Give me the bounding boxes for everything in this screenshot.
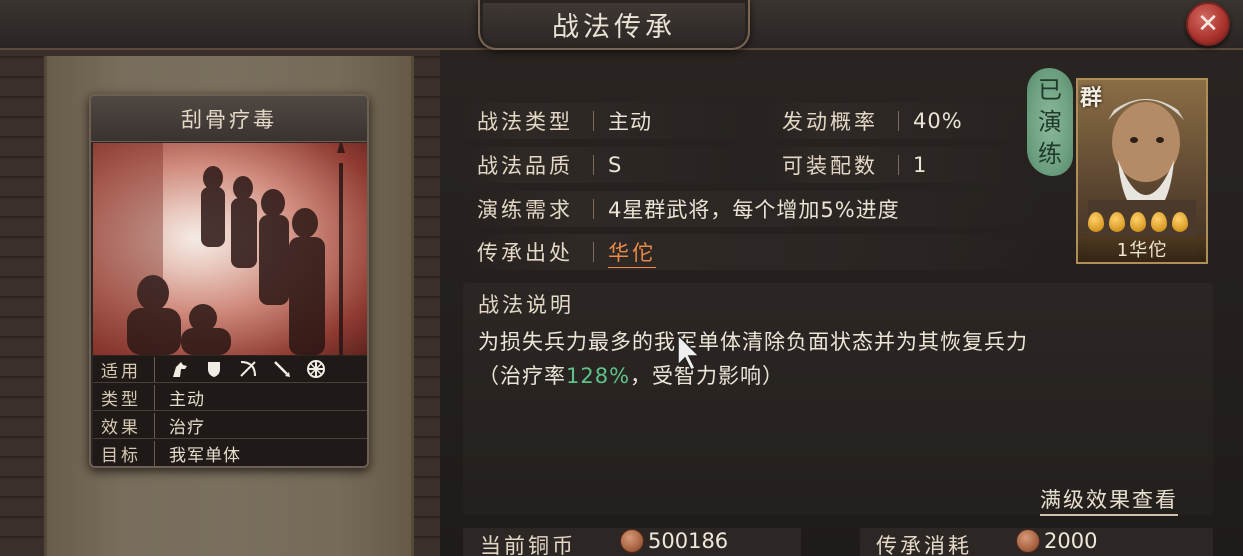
info-value: 主动 — [608, 110, 652, 134]
info-value: 40% — [913, 109, 963, 133]
stat-row-target: 目标 我军单体 — [93, 440, 367, 466]
divider — [593, 242, 594, 262]
description-line-2-start: （治疗率 — [478, 364, 566, 388]
info-row-practice-requirement: 演练需求 4星群武将，每个增加5%进度 — [463, 191, 1043, 227]
heal-rate-value: 128% — [566, 364, 631, 388]
practiced-stamp: 已 演 练 — [1027, 68, 1073, 176]
inherit-cost-value: 2000 — [1016, 526, 1097, 556]
current-coin-label: 当前铜币 — [480, 534, 576, 556]
star-icon — [1172, 212, 1188, 232]
stat-value: 我军单体 — [169, 446, 241, 466]
stamp-char: 演 — [1038, 108, 1062, 136]
soldier-silhouettes-illustration — [93, 143, 345, 355]
info-value: 1 — [913, 153, 928, 177]
window-title: 战法传承 — [552, 11, 676, 43]
info-label: 战法类型 — [477, 110, 573, 134]
unit-type-icons — [155, 358, 327, 380]
description-text: 为损失兵力最多的我军单体清除负面状态并为其恢复兵力 （治疗率128%，受智力影响… — [478, 325, 1198, 393]
star-icon — [1130, 212, 1146, 232]
info-label: 战法品质 — [477, 154, 573, 178]
shield-icon — [203, 358, 225, 380]
stat-row-effect: 效果 治疗 — [93, 412, 367, 439]
star-icon — [1109, 212, 1125, 232]
stat-label: 适用 — [93, 356, 155, 382]
close-button[interactable]: ✕ — [1186, 2, 1230, 46]
divider — [898, 111, 899, 131]
siege-wheel-icon — [305, 358, 327, 380]
full-level-effect-link[interactable]: 满级效果查看 — [1040, 484, 1178, 516]
cavalry-icon — [169, 358, 191, 380]
inherit-cost-amount: 2000 — [1044, 529, 1098, 553]
info-row-inheritance-source: 传承出处 华佗 — [463, 234, 1043, 270]
info-row-tactic-type: 战法类型 主动 — [463, 103, 748, 139]
copper-coin-icon — [620, 529, 644, 553]
stat-label: 类型 — [93, 384, 155, 410]
copper-coin-icon — [1016, 529, 1040, 553]
inherit-cost-label: 传承消耗 — [876, 534, 972, 556]
divider — [593, 111, 594, 131]
tactic-card: 刮骨疗毒 适用 类型 主动 效果 治疗 目标 我军单体 — [89, 94, 369, 468]
info-label: 发动概率 — [782, 110, 878, 134]
stat-row-type: 类型 主动 — [93, 384, 367, 411]
window-title-plate: 战法传承 — [478, 0, 750, 50]
description-line-2-end: ，受智力影响） — [630, 364, 785, 388]
hero-faction: 群 — [1080, 86, 1103, 111]
close-icon: ✕ — [1197, 9, 1219, 39]
info-value: S — [608, 153, 623, 177]
card-name: 刮骨疗毒 — [181, 107, 277, 132]
source-hero-link[interactable]: 华佗 — [608, 237, 656, 268]
stamp-char: 练 — [1038, 140, 1062, 168]
info-row-tactic-quality: 战法品质 S — [463, 147, 748, 183]
divider — [593, 155, 594, 175]
star-icon — [1151, 212, 1167, 232]
star-icon — [1088, 212, 1104, 232]
stat-value: 主动 — [169, 389, 205, 410]
divider — [898, 155, 899, 175]
description-line-1: 为损失兵力最多的我军单体清除负面状态并为其恢复兵力 — [478, 330, 1028, 354]
current-coin-value: 500186 — [620, 526, 728, 556]
info-label: 演练需求 — [477, 198, 573, 222]
mouse-cursor-icon — [676, 333, 702, 375]
description-line-2: （治疗率128%，受智力影响） — [478, 359, 1198, 393]
hero-name: 1华佗 — [1116, 240, 1168, 261]
archer-icon — [237, 358, 259, 380]
card-title-bar: 刮骨疗毒 — [91, 96, 367, 142]
card-stats-panel: 适用 类型 主动 效果 治疗 目标 我军单体 — [93, 356, 367, 466]
description-title: 战法说明 — [478, 293, 574, 317]
info-label: 可装配数 — [782, 154, 878, 178]
stat-label: 效果 — [93, 412, 155, 438]
info-value: 4星群武将，每个增加5%进度 — [608, 198, 900, 222]
card-artwork — [93, 143, 367, 355]
info-label: 传承出处 — [477, 241, 573, 265]
info-row-equip-count: 可装配数 1 — [768, 147, 1023, 183]
hero-name-bar: 1华佗 — [1078, 236, 1206, 262]
spear-icon — [271, 358, 293, 380]
hero-star-rating — [1088, 212, 1188, 232]
divider — [593, 199, 594, 219]
hero-portrait[interactable]: 群 1华佗 — [1076, 78, 1208, 264]
stamp-char: 已 — [1038, 76, 1062, 104]
stat-value: 治疗 — [169, 417, 205, 438]
stat-label: 目标 — [93, 441, 155, 466]
info-row-trigger-chance: 发动概率 40% — [768, 103, 1023, 139]
stat-row-applicable: 适用 — [93, 356, 367, 383]
current-coin-amount: 500186 — [648, 529, 729, 553]
tactic-description-panel: 战法说明 为损失兵力最多的我军单体清除负面状态并为其恢复兵力 （治疗率128%，… — [463, 283, 1213, 515]
